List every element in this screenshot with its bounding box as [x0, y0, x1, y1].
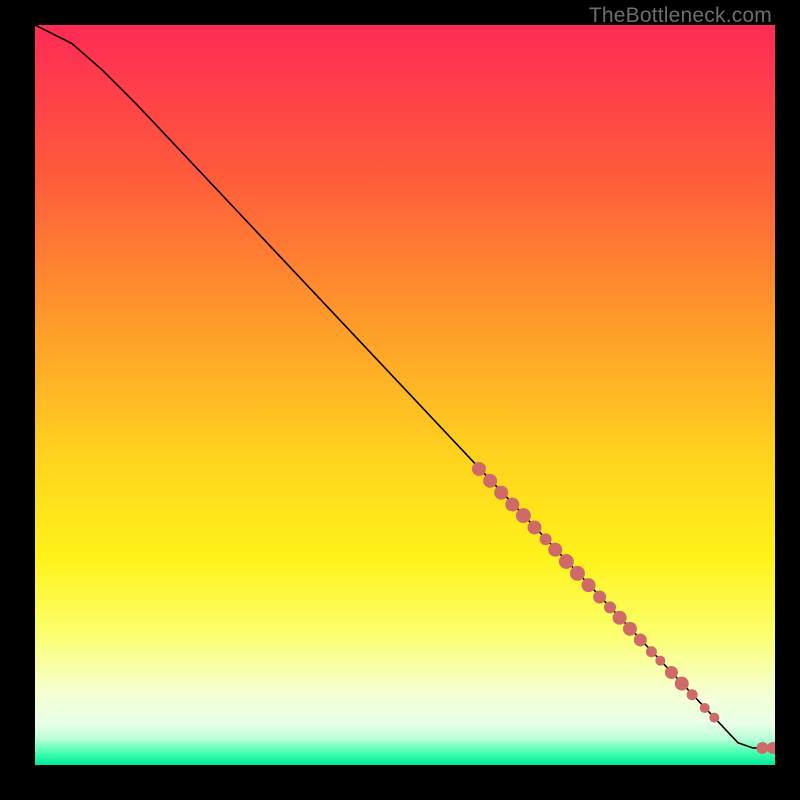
- data-point: [505, 498, 519, 512]
- data-point: [494, 486, 508, 500]
- data-point: [646, 646, 657, 657]
- data-point: [570, 566, 585, 581]
- data-point: [540, 533, 552, 545]
- data-point: [709, 713, 719, 723]
- data-point: [516, 508, 531, 523]
- data-point: [687, 689, 698, 700]
- chart-svg: [35, 25, 775, 765]
- data-point: [582, 578, 596, 592]
- plot-area: [35, 25, 775, 765]
- data-point: [623, 622, 637, 636]
- data-point: [593, 591, 606, 604]
- curve-line: [35, 25, 775, 748]
- data-point: [528, 520, 542, 534]
- data-point: [472, 462, 486, 476]
- data-point: [604, 601, 616, 613]
- data-point: [655, 656, 665, 666]
- data-point: [548, 543, 562, 557]
- data-point: [665, 666, 678, 679]
- data-point: [675, 677, 689, 691]
- data-point: [483, 474, 497, 488]
- data-point: [756, 742, 768, 754]
- data-point: [613, 611, 627, 625]
- data-point: [767, 742, 775, 754]
- data-point: [559, 554, 574, 569]
- data-point: [700, 703, 710, 713]
- data-point: [634, 633, 647, 646]
- scatter-group: [472, 462, 775, 754]
